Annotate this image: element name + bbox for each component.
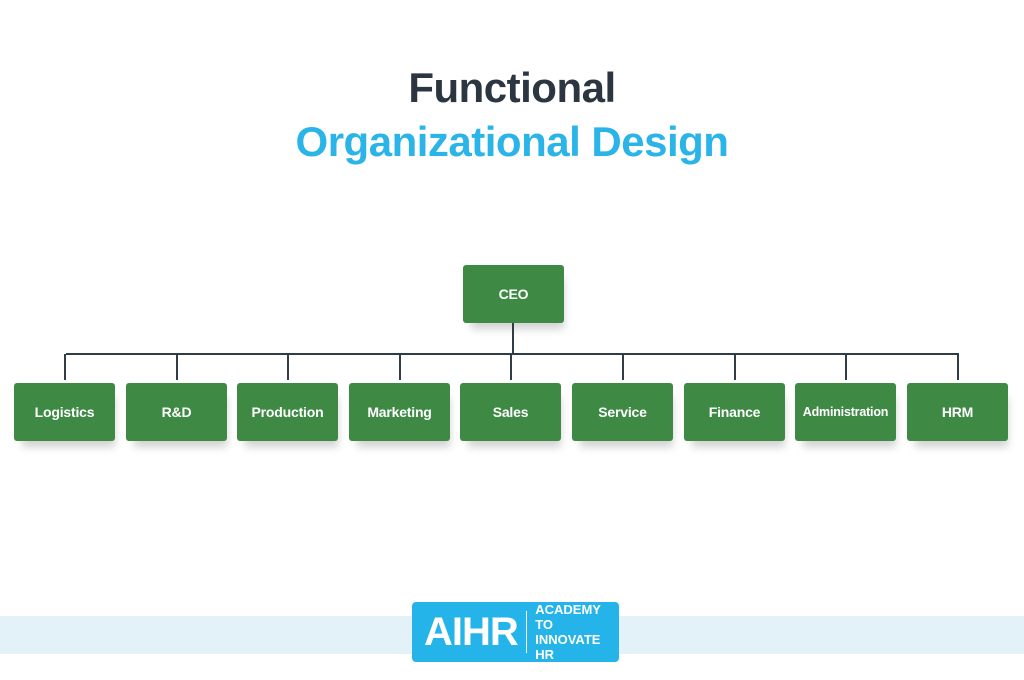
node-administration: Administration	[795, 383, 896, 441]
title-line-2: Organizational Design	[295, 118, 729, 165]
node-marketing: Marketing	[349, 383, 450, 441]
connector-drop	[734, 354, 736, 380]
connector-drop	[287, 354, 289, 380]
logo-tagline-line-1: ACADEMY TO	[535, 602, 601, 632]
logo-tagline-line-2: INNOVATE HR	[535, 632, 601, 662]
node-ceo: CEO	[463, 265, 564, 323]
node-finance: Finance	[684, 383, 785, 441]
logo-mark: AIHR	[424, 609, 519, 654]
connector-horizontal	[66, 353, 959, 355]
connector-drop	[176, 354, 178, 380]
connector-drop	[64, 354, 66, 380]
connector-drop	[957, 354, 959, 380]
node-logistics: Logistics	[14, 383, 115, 441]
connector-drop	[622, 354, 624, 380]
logo-tagline: ACADEMY TO INNOVATE HR	[535, 602, 619, 662]
connector-drop	[510, 354, 512, 380]
aihr-logo: AIHR ACADEMY TO INNOVATE HR	[412, 602, 619, 662]
connector-drop	[399, 354, 401, 380]
node-sales: Sales	[460, 383, 561, 441]
node-hrm: HRM	[907, 383, 1008, 441]
connector-ceo-trunk	[512, 323, 514, 354]
title-line-1: Functional	[408, 64, 616, 111]
connector-drop	[845, 354, 847, 380]
logo-divider	[525, 611, 528, 653]
node-r-d: R&D	[126, 383, 227, 441]
node-production: Production	[237, 383, 338, 441]
node-service: Service	[572, 383, 673, 441]
